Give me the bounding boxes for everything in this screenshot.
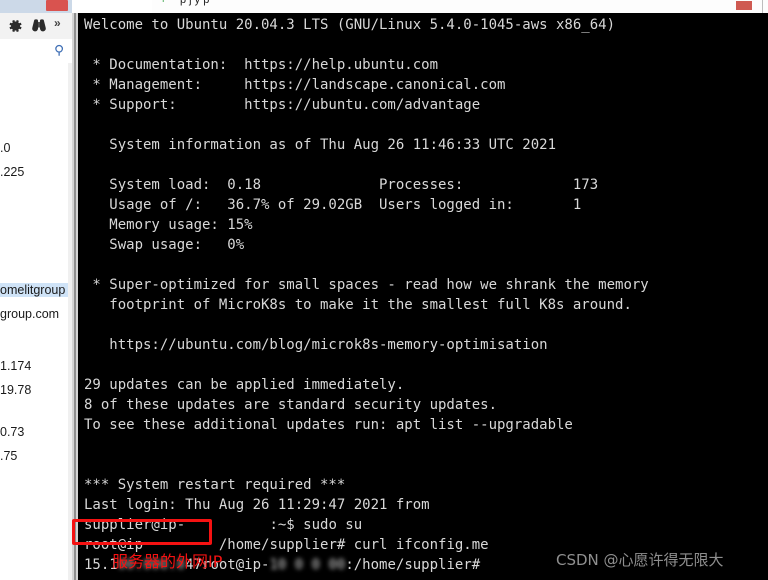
terminal-line: footprint of MicroK8s to make it the sma… [84, 297, 632, 313]
left-panel-toolbar: » [0, 13, 72, 40]
ip-annotation-label: 服务器的外网IP [112, 552, 223, 571]
search-icon[interactable] [53, 43, 67, 58]
blurred-ip-segment: 10 0 0 00 [269, 557, 346, 573]
binoculars-icon[interactable] [30, 17, 48, 35]
list-item[interactable]: .75 [0, 449, 72, 463]
terminal-line: * Management: https://landscape.canonica… [84, 77, 506, 93]
list-item[interactable]: .225 [0, 165, 72, 179]
top-strip-left-fragment [0, 0, 72, 13]
list-item[interactable]: 1.174 [0, 359, 72, 373]
search-box[interactable] [0, 39, 72, 64]
redacted-hostname [438, 495, 557, 515]
csdn-watermark: CSDN @心愿许得无限大 [556, 551, 724, 569]
list-item[interactable]: .0 [0, 141, 72, 155]
list-item[interactable]: 19.78 [0, 383, 72, 397]
terminal-line: * Super-optimized for small spaces - rea… [84, 277, 649, 293]
terminal-line: Usage of /: 36.7% of 29.02GB Users logge… [84, 197, 582, 213]
terminal-line: https://ubuntu.com/blog/microk8s-memory-… [84, 337, 548, 353]
search-input[interactable] [3, 43, 47, 59]
terminal-line: To see these additional updates run: apt… [84, 417, 573, 433]
terminal-line: 29 updates can be applied immediately. [84, 377, 405, 393]
list-item[interactable]: group.com [0, 307, 72, 321]
gear-icon[interactable] [6, 17, 24, 35]
top-window-strip: + p j y p [0, 0, 768, 13]
toolbar-overflow-chevrons[interactable]: » [54, 16, 61, 30]
window-close-button-fragment[interactable] [46, 0, 68, 11]
terminal-output: Welcome to Ubuntu 20.04.3 LTS (GNU/Linux… [84, 15, 768, 575]
terminal-line: *** System restart required *** [84, 477, 346, 493]
terminal-line: System information as of Thu Aug 26 11:4… [84, 137, 557, 153]
terminal-line: Memory usage: 15% [84, 217, 253, 233]
strip-separator [762, 0, 763, 13]
strip-close-fragment[interactable] [736, 1, 752, 10]
strip-glyph-green: + [160, 0, 167, 6]
terminal-line: Welcome to Ubuntu 20.04.3 LTS (GNU/Linux… [84, 17, 616, 33]
terminal-line: * Support: https://ubuntu.com/advantage [84, 97, 481, 113]
strip-glyph-text: p j y p [180, 0, 210, 6]
divider-line [74, 13, 76, 580]
left-panel-list: .0 .225 omelitgroup group.com 1.174 19.78 0.73… [0, 63, 72, 580]
terminal-line: supplier@ip- :~$ sudo su [84, 515, 363, 535]
list-item[interactable]: 0.73 [0, 425, 72, 439]
terminal-line: System load: 0.18 Processes: 173 [84, 177, 599, 193]
top-strip-right-fragment: + p j y p [152, 0, 768, 13]
left-side-panel: » .0 .225 omelitgroup group.com 1.174 19.78 0.… [0, 13, 73, 580]
terminal-window[interactable]: Welcome to Ubuntu 20.04.3 LTS (GNU/Linux… [78, 13, 768, 580]
terminal-line: Last login: Thu Aug 26 11:29:47 2021 fro… [84, 495, 768, 515]
redacted-hostname [185, 515, 270, 535]
terminal-line: Swap usage: 0% [84, 237, 245, 253]
screen-root: + p j y p » .0 .225 omelitgroup group.co… [0, 0, 768, 580]
terminal-line: 8 of these updates are standard security… [84, 397, 498, 413]
list-item[interactable]: omelitgroup [0, 283, 72, 297]
terminal-line: * Documentation: https://help.ubuntu.com [84, 57, 439, 73]
